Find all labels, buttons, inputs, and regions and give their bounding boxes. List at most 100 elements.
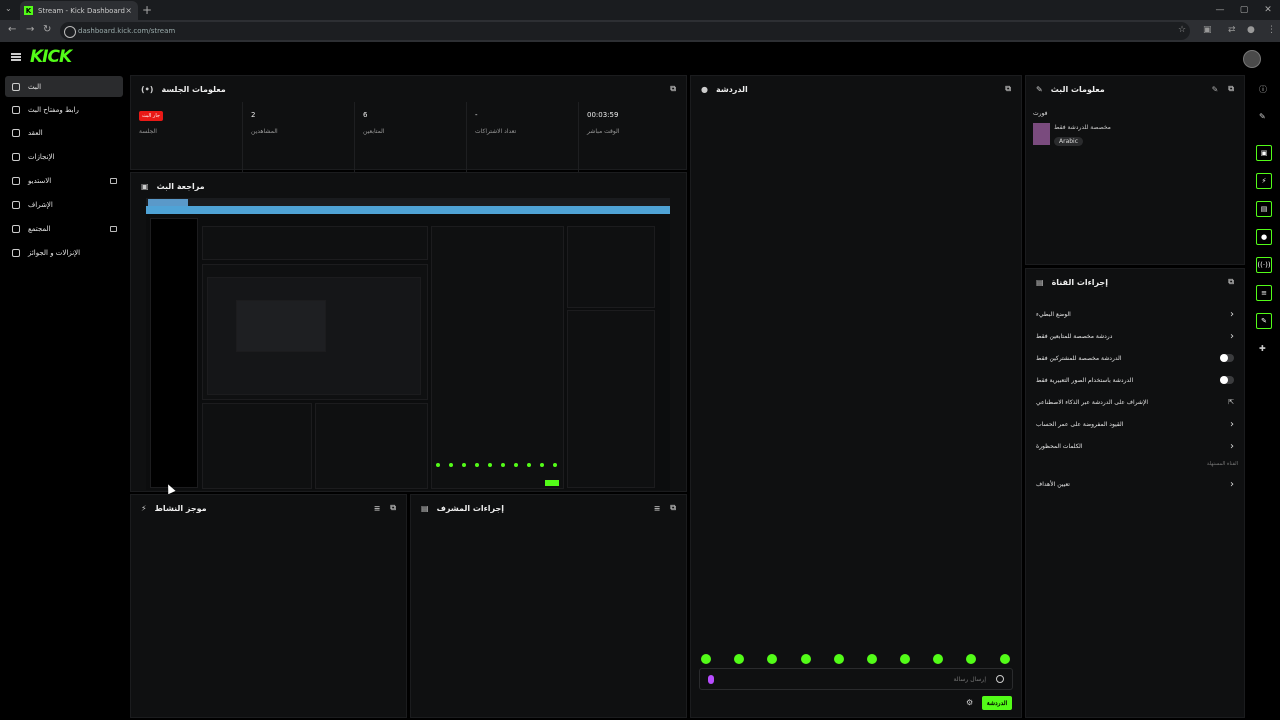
sidebar-item-studio[interactable]: الاستديو	[5, 170, 123, 191]
stat-value: 2	[251, 111, 256, 119]
filter-icon[interactable]: ≡	[654, 504, 661, 513]
extension-icon[interactable]: ⇄	[1228, 25, 1236, 35]
emote-icon[interactable]	[834, 654, 844, 664]
sidebar-item-label: الإنزالات و الجوائز	[28, 248, 81, 257]
new-tab-button[interactable]: +	[142, 3, 152, 17]
menu-dots-icon[interactable]: ⋮	[1267, 25, 1276, 35]
action-followers-only[interactable]: دردشة مخصصة للمتابعين فقط ›	[1026, 325, 1244, 347]
external-link-icon: ⇱	[1228, 398, 1234, 406]
panel-title: موجز النشاط	[154, 503, 207, 513]
emote-icon[interactable]	[701, 654, 711, 664]
action-banned-words[interactable]: الكلمات المحظورة ›	[1026, 435, 1244, 457]
chevron-right-icon: ›	[1230, 330, 1234, 342]
add-widget-icon[interactable]: ✚	[1259, 344, 1266, 353]
bookmark-star-icon[interactable]: ☆	[1178, 25, 1186, 35]
popout-icon[interactable]: ⧉	[670, 503, 676, 513]
subscribers-only-toggle[interactable]	[1220, 354, 1234, 362]
action-ai-moderation[interactable]: الإشراف على الدردشة عبر الذكاء الاصطناعي…	[1026, 391, 1244, 413]
emote-icon[interactable]	[801, 654, 811, 664]
popout-icon[interactable]: ⧉	[1005, 84, 1011, 94]
chevron-right-icon: ›	[1230, 440, 1234, 452]
section-note: القناة المستهلة	[1206, 461, 1238, 467]
emote-icon[interactable]	[1000, 654, 1010, 664]
chat-bubble-icon: ●	[701, 84, 708, 94]
emote-icon[interactable]	[867, 654, 877, 664]
browser-tab[interactable]: K Stream - Kick Dashboard ×	[20, 1, 138, 20]
filter-icon[interactable]: ≡	[374, 504, 381, 513]
tab-title: Stream - Kick Dashboard	[38, 6, 125, 15]
emote-icon[interactable]	[933, 654, 943, 664]
edit-icon[interactable]: ✎	[1212, 85, 1219, 94]
action-set-goals[interactable]: تعيين الأهداف ›	[1026, 473, 1244, 495]
stream-preview-video[interactable]	[146, 198, 670, 490]
chat-send-button[interactable]: الدردشة	[982, 696, 1012, 710]
mod-actions-header: ▤ إجراءات المشرف ≡ ⧉	[411, 495, 686, 521]
category-title: فورت	[1033, 110, 1048, 117]
microphone-icon[interactable]	[708, 675, 714, 684]
widget-list-icon[interactable]: ≡	[1256, 285, 1272, 301]
minimize-button[interactable]: —	[1208, 0, 1232, 20]
avatar[interactable]	[1243, 50, 1261, 68]
preview-mini-preview	[202, 264, 428, 400]
category-thumbnail[interactable]	[1033, 123, 1050, 145]
list-icon: ▤	[1036, 277, 1044, 287]
widget-note-icon[interactable]: ▤	[1256, 201, 1272, 217]
extensions-icon[interactable]: ▣	[1203, 25, 1212, 35]
action-slow-mode[interactable]: الوضع البطيء ›	[1026, 303, 1244, 325]
chat-header: ● الدردشة ⧉	[691, 76, 1021, 102]
popout-icon[interactable]: ⧉	[1228, 277, 1234, 287]
profile-icon[interactable]: ●	[1247, 25, 1255, 35]
sidebar-item-contract[interactable]: العقد	[5, 122, 123, 143]
chat-input[interactable]: إرسال رسالة	[699, 668, 1013, 690]
emote-icon[interactable]	[734, 654, 744, 664]
sidebar-item-moderation[interactable]: الإشراف	[5, 194, 123, 215]
tab-search-icon[interactable]: ⌄	[5, 4, 12, 13]
widget-wrench-icon[interactable]: ✎	[1256, 313, 1272, 329]
widget-broadcast-icon[interactable]: ((·))	[1256, 257, 1272, 273]
tab-close-icon[interactable]: ×	[125, 6, 132, 15]
url-input[interactable]: dashboard.kick.com/stream	[60, 22, 1190, 40]
popout-icon[interactable]: ⧉	[670, 84, 676, 94]
chat-settings-icon[interactable]: ⚙	[966, 698, 973, 707]
sidebar-item-stream-key[interactable]: رابط ومفتاح البث	[5, 99, 123, 120]
back-icon[interactable]: ←	[8, 24, 16, 35]
forward-icon[interactable]: →	[26, 24, 34, 35]
widget-lightning-icon[interactable]: ⚡	[1256, 173, 1272, 189]
emote-icon[interactable]	[966, 654, 976, 664]
close-window-button[interactable]: ✕	[1256, 0, 1280, 20]
sidebar-item-label: المجتمع	[28, 224, 51, 233]
action-label: الوضع البطيء	[1036, 310, 1071, 318]
sidebar-item-achievements[interactable]: الإنجازات	[5, 146, 123, 167]
action-account-age[interactable]: القيود المفروضة على عمر الحساب ›	[1026, 413, 1244, 435]
channel-actions-panel: ▤ إجراءات القناة ⧉ الوضع البطيء › دردشة …	[1025, 268, 1245, 718]
stat-value: 6	[363, 111, 368, 119]
pencil-icon[interactable]: ✎	[1259, 112, 1266, 121]
action-label: القيود المفروضة على عمر الحساب	[1036, 420, 1124, 428]
widget-chat-icon[interactable]: ●	[1256, 229, 1272, 245]
popout-icon[interactable]: ⧉	[390, 503, 396, 513]
hamburger-menu-icon[interactable]	[11, 53, 21, 61]
maximize-button[interactable]: ▢	[1232, 0, 1256, 20]
stream-preview-header: ▣ مراجعة البث	[131, 173, 686, 199]
reload-icon[interactable]: ↻	[43, 24, 51, 35]
preview-mini-session	[202, 226, 428, 260]
stat-subscriptions: - تعداد الاشتراكات	[467, 102, 579, 172]
action-label: دردشة مخصصة للمتابعين فقط	[1036, 332, 1113, 340]
popout-icon[interactable]: ⧉	[1228, 84, 1234, 94]
window-controls: — ▢ ✕	[1208, 0, 1280, 20]
kick-logo[interactable]: KICK	[30, 47, 72, 67]
emotes-only-toggle[interactable]	[1220, 376, 1234, 384]
info-icon[interactable]: ⓘ	[1259, 84, 1267, 95]
widget-camera-icon[interactable]: ▣	[1256, 145, 1272, 161]
panel-title: إجراءات القناة	[1051, 277, 1108, 287]
sidebar-item-community[interactable]: المجتمع	[5, 218, 123, 239]
emote-icon[interactable]	[900, 654, 910, 664]
chevron-down-icon	[12, 224, 20, 233]
emoji-icon[interactable]	[996, 675, 1004, 683]
emote-icon[interactable]	[767, 654, 777, 664]
stat-value: 00:03:59	[587, 111, 619, 119]
kick-favicon-icon: K	[24, 6, 33, 15]
sidebar-item-stream[interactable]: البث	[5, 76, 123, 97]
sidebar-item-drops[interactable]: الإنزالات و الجوائز	[5, 242, 123, 263]
chat-placeholder: إرسال رسالة	[953, 676, 986, 683]
